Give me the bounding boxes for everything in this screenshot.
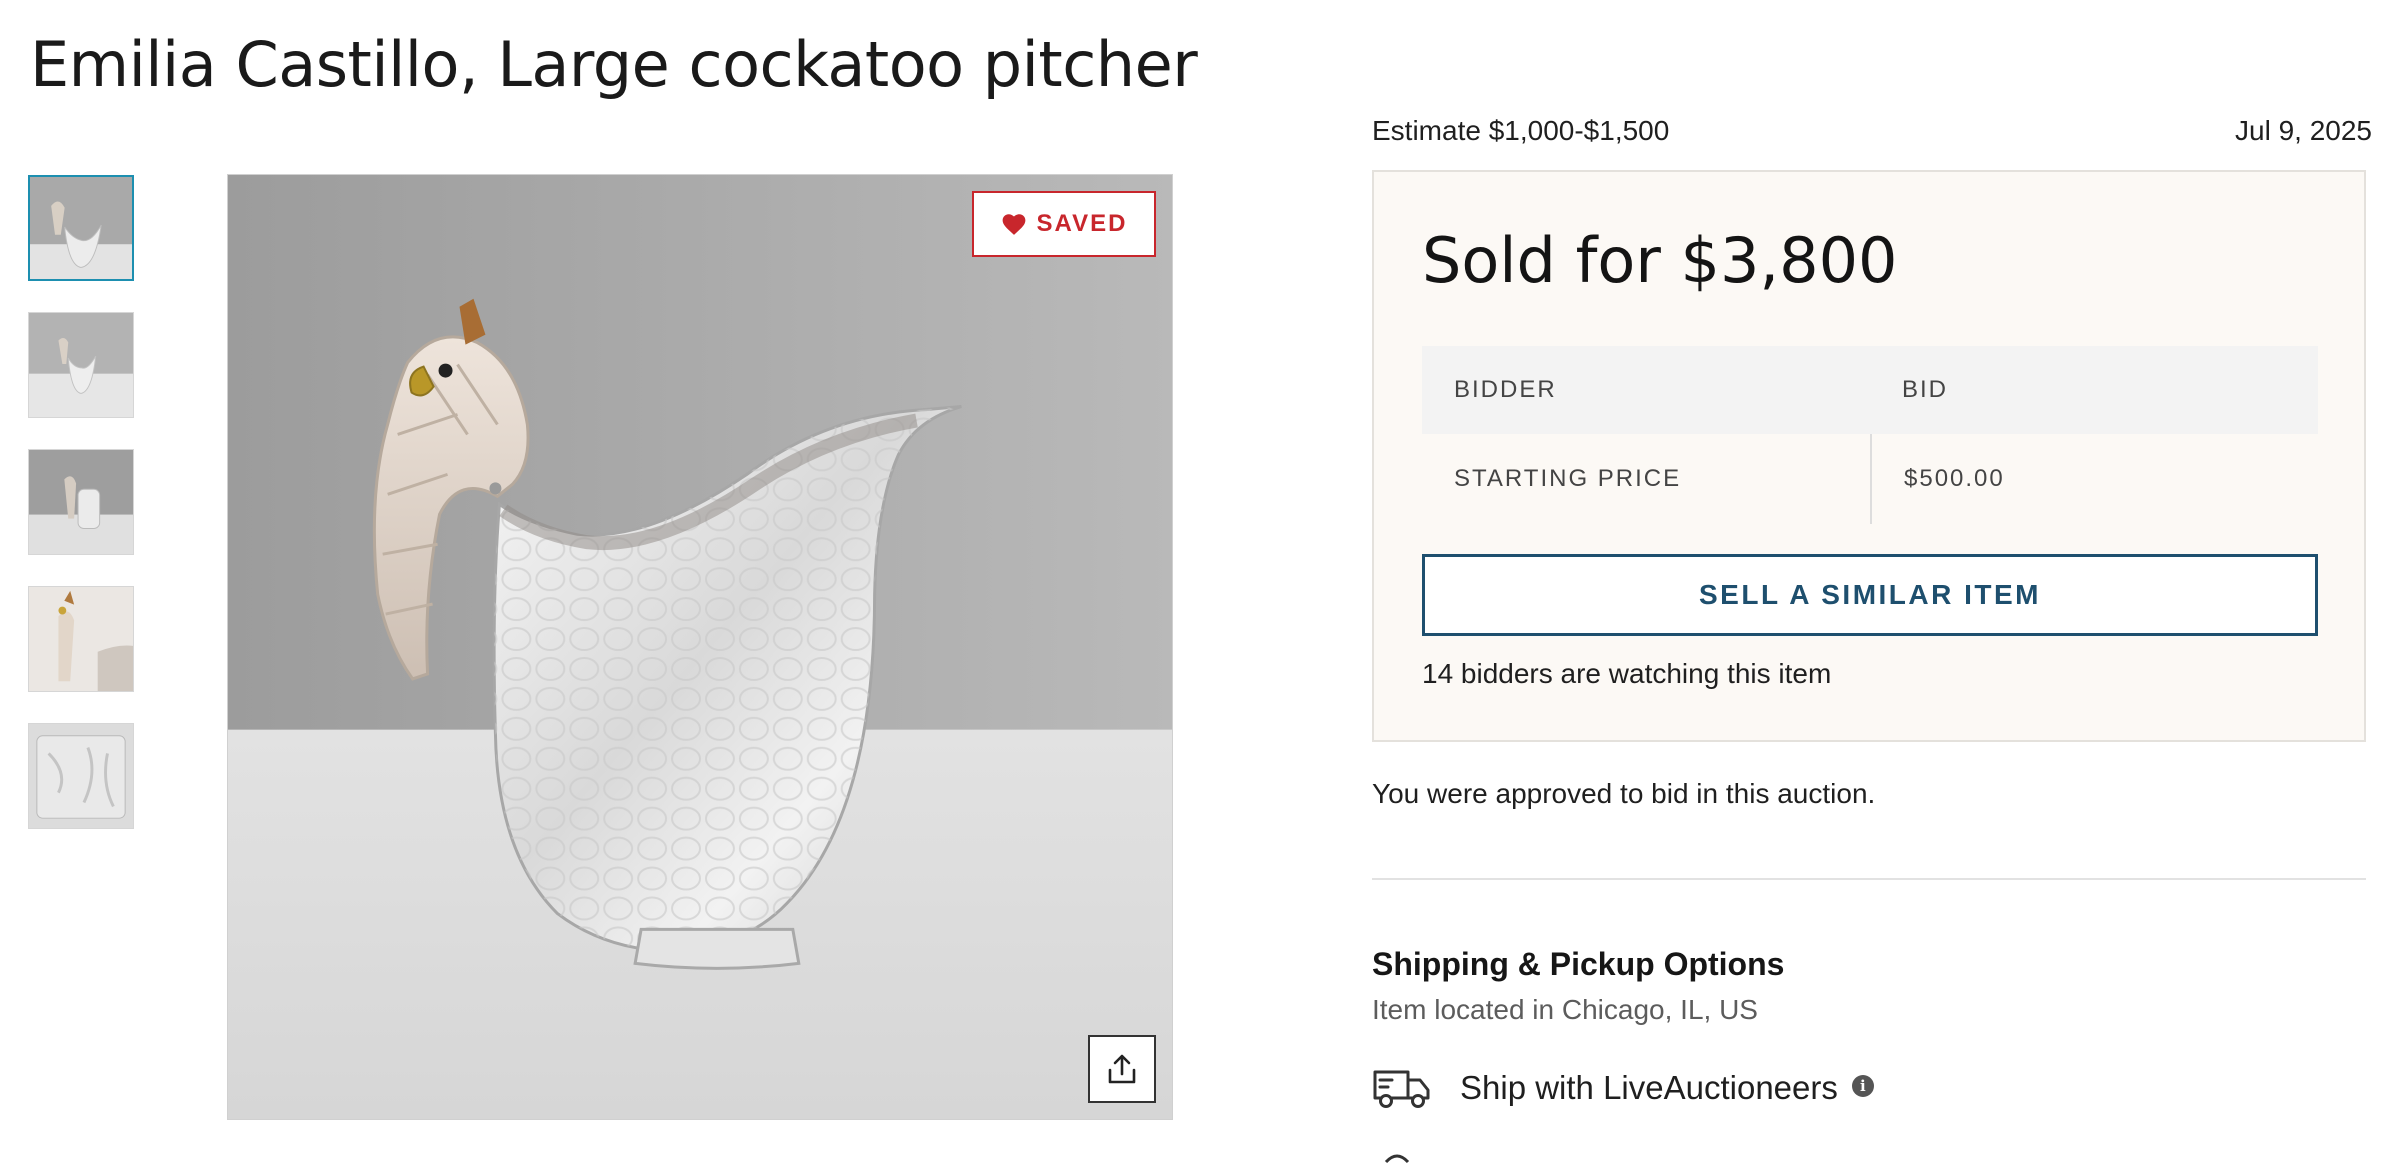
column-header-bidder: BIDDER bbox=[1454, 376, 1557, 403]
info-icon[interactable]: i bbox=[1851, 1075, 1874, 1097]
thumbnail-list bbox=[28, 175, 136, 860]
thumbnail-5[interactable] bbox=[28, 723, 134, 829]
estimate-row: Estimate $1,000-$1,500 Jul 9, 2025 bbox=[1372, 115, 2372, 147]
bidder-cell: STARTING PRICE bbox=[1454, 465, 1682, 492]
saved-label: SAVED bbox=[1036, 210, 1128, 237]
column-header-bid: BID bbox=[1902, 376, 1949, 403]
estimate-text: Estimate $1,000-$1,500 bbox=[1372, 115, 1670, 146]
watching-count: 14 bidders are watching this item bbox=[1422, 658, 1832, 689]
share-icon bbox=[1108, 1054, 1136, 1084]
thumbnail-2[interactable] bbox=[28, 312, 134, 418]
sold-panel: Sold for $3,800 BIDDER BID STARTING PRIC… bbox=[1372, 170, 2366, 742]
auction-date: Jul 9, 2025 bbox=[2235, 115, 2372, 146]
share-button[interactable] bbox=[1088, 1035, 1156, 1103]
thumbnail-1[interactable] bbox=[28, 175, 134, 281]
shipping-title: Shipping & Pickup Options bbox=[1372, 946, 1785, 982]
bid-cell: $500.00 bbox=[1870, 434, 2318, 524]
cockatoo-pitcher-image bbox=[228, 175, 1172, 1119]
sold-price: Sold for $3,800 bbox=[1422, 224, 1898, 297]
page-title: Emilia Castillo, Large cockatoo pitcher bbox=[30, 28, 1198, 101]
main-product-image[interactable]: SAVED bbox=[227, 174, 1173, 1120]
ship-option-label: Ship with LiveAuctioneers bbox=[1460, 1069, 1838, 1106]
truck-icon bbox=[1373, 1070, 1430, 1108]
item-location: Item located in Chicago, IL, US bbox=[1372, 994, 1758, 1025]
heart-icon bbox=[1002, 214, 1025, 235]
thumbnail-4[interactable] bbox=[28, 586, 134, 692]
section-divider bbox=[1372, 878, 2366, 880]
sell-similar-item-button[interactable]: SELL A SIMILAR ITEM bbox=[1422, 554, 2318, 636]
saved-button[interactable]: SAVED bbox=[972, 191, 1156, 257]
ship-with-liveauctioneers-option[interactable]: Ship with LiveAuctioneers i bbox=[1372, 1066, 1874, 1110]
bid-approval-status: You were approved to bid in this auction… bbox=[1372, 778, 1876, 809]
pickup-icon bbox=[1384, 1154, 1410, 1164]
bid-history-table: BIDDER BID STARTING PRICE $500.00 bbox=[1422, 346, 2318, 524]
table-row: STARTING PRICE $500.00 bbox=[1422, 434, 2318, 524]
bid-table-header: BIDDER BID bbox=[1422, 346, 2318, 434]
thumbnail-3[interactable] bbox=[28, 449, 134, 555]
